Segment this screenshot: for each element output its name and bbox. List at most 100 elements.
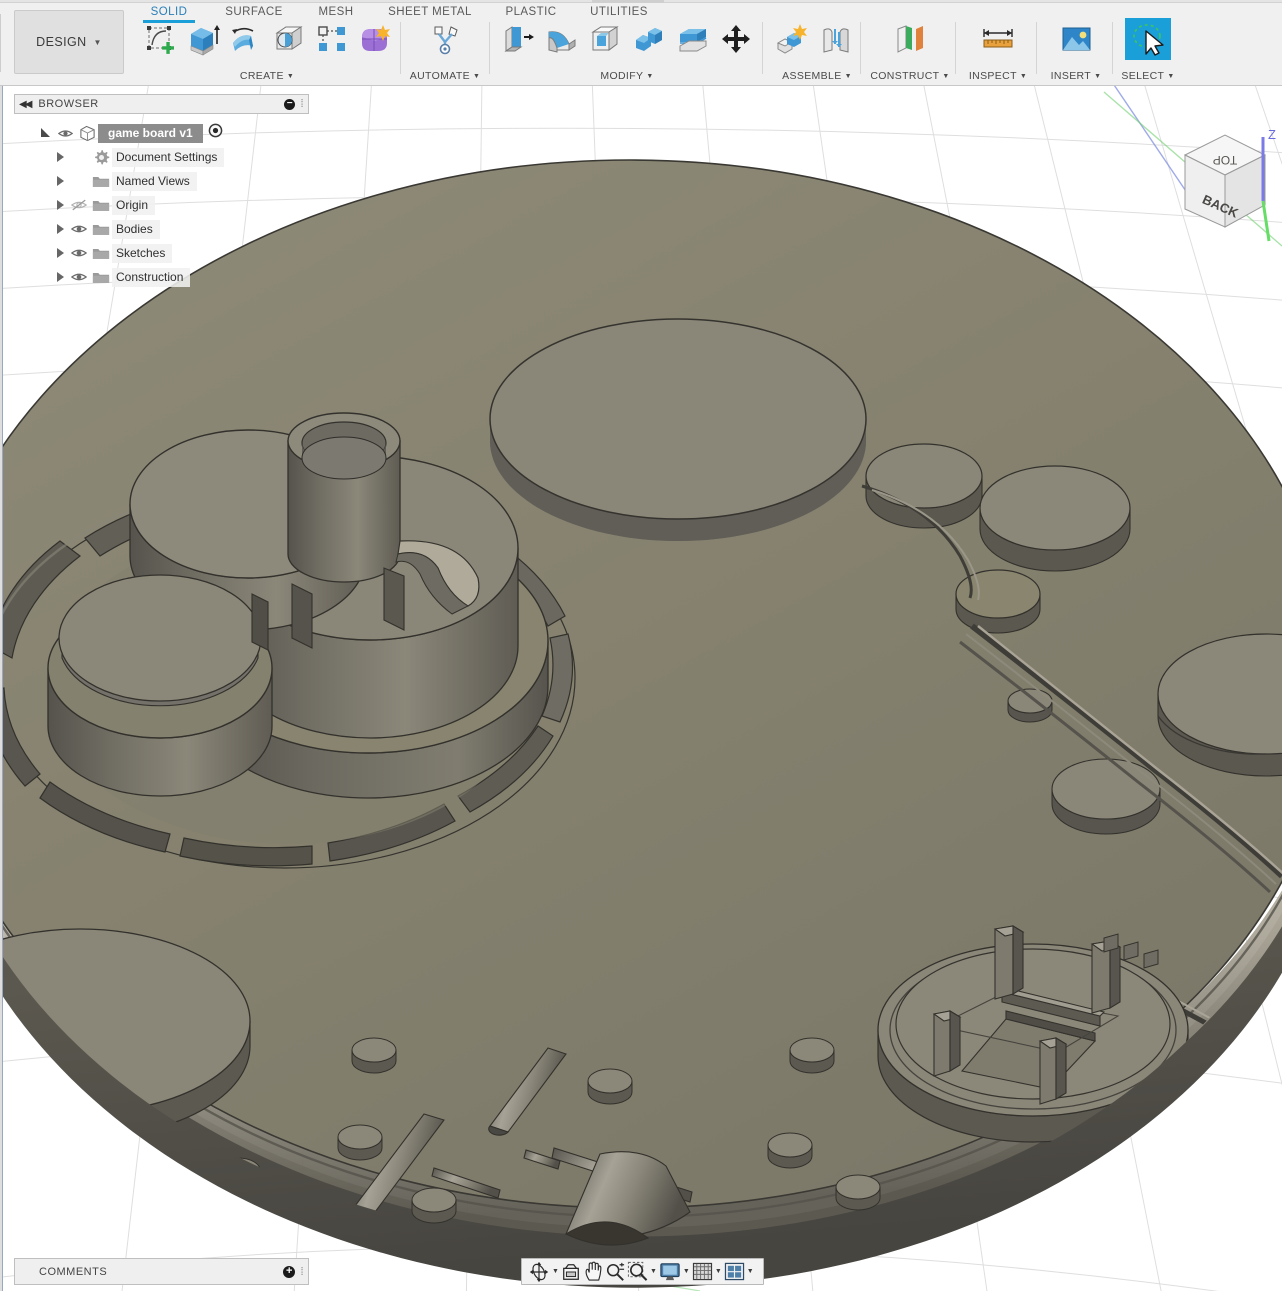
expand-arrow-icon[interactable] (52, 149, 68, 165)
tab-solid-label: SOLID (151, 6, 188, 18)
tree-row-construction[interactable]: Construction (14, 265, 309, 289)
form-icon[interactable] (353, 18, 396, 60)
viewcube-top-label: TOP (1213, 153, 1237, 167)
gear-icon (90, 149, 112, 166)
visibility-eye-off-icon[interactable] (68, 199, 90, 211)
display-settings-button[interactable]: ▼ (658, 1260, 691, 1283)
tab-solid[interactable]: SOLID (141, 6, 197, 18)
view-cube[interactable]: TOP BACK Z (1185, 127, 1276, 241)
folder-icon (90, 270, 112, 285)
move-copy-icon[interactable] (714, 18, 758, 60)
new-component-icon[interactable] (770, 18, 814, 60)
viewport-layout-button[interactable]: ▼ (723, 1260, 755, 1283)
tree-item-label: Origin (112, 196, 155, 215)
tree-row-named-views[interactable]: Named Views (14, 169, 309, 193)
pattern-icon[interactable] (310, 18, 353, 60)
select-cursor-icon[interactable] (1125, 18, 1171, 60)
minimize-icon[interactable]: − (284, 99, 295, 110)
tab-mesh[interactable]: MESH (307, 6, 365, 18)
comments-panel[interactable]: COMMENTS + ⁞ (14, 1258, 309, 1285)
zoom-button[interactable] (604, 1260, 626, 1283)
tree-row-bodies[interactable]: Bodies (14, 217, 309, 241)
chevron-down-icon[interactable]: ▼ (683, 1268, 690, 1275)
visibility-eye-icon[interactable] (68, 271, 90, 283)
expand-arrow-icon[interactable] (52, 269, 68, 285)
grid-snaps-button[interactable]: ▼ (691, 1260, 723, 1283)
tree-row-sketches[interactable]: Sketches (14, 241, 309, 265)
joint-icon[interactable] (814, 18, 858, 60)
folder-icon (90, 174, 112, 189)
add-comment-icon[interactable]: + (283, 1266, 295, 1278)
tree-row-root[interactable]: game board v1 (14, 121, 309, 145)
collapse-left-icon[interactable]: ◀◀ (19, 99, 30, 110)
offset-plane-icon[interactable] (888, 18, 932, 60)
expand-arrow-icon[interactable] (52, 173, 68, 189)
panel-assemble-label[interactable]: ASSEMBLE▼ (770, 70, 864, 82)
chevron-down-icon[interactable]: ▼ (715, 1268, 722, 1275)
visibility-eye-icon[interactable] (68, 223, 90, 235)
panel-select: SELECT▼ (1112, 18, 1184, 80)
browser-panel: ◀◀ BROWSER − ⁞ (14, 94, 309, 289)
chevron-down-icon[interactable]: ▼ (552, 1268, 559, 1275)
create-sketch-icon[interactable] (138, 18, 181, 60)
tab-utilities[interactable]: UTILITIES (584, 6, 654, 18)
panel-automate-label[interactable]: AUTOMATE▼ (408, 70, 482, 82)
measure-icon[interactable] (976, 18, 1020, 60)
chevron-down-icon: ▼ (1167, 73, 1174, 80)
tree-item-label: Construction (112, 268, 190, 287)
offset-face-icon[interactable] (671, 18, 715, 60)
zoom-window-button[interactable]: ▼ (626, 1260, 658, 1283)
visibility-eye-icon[interactable] (68, 247, 90, 259)
comments-title: COMMENTS (19, 1266, 283, 1278)
look-at-icon (561, 1262, 581, 1282)
tree-row-origin[interactable]: Origin (14, 193, 309, 217)
visibility-eye-icon[interactable] (54, 128, 76, 139)
sweep-icon[interactable] (267, 18, 310, 60)
tab-plastic[interactable]: PLASTIC (500, 6, 562, 18)
panel-insert-label[interactable]: INSERT▼ (1042, 70, 1110, 82)
fillet-icon[interactable] (540, 18, 584, 60)
orbit-button[interactable]: ▼ (527, 1260, 560, 1283)
panel-modify-label[interactable]: MODIFY▼ (496, 70, 758, 82)
insert-image-icon[interactable] (1054, 18, 1098, 60)
game-board-model[interactable] (0, 160, 1282, 1290)
panel-construct-label[interactable]: CONSTRUCT▼ (866, 70, 954, 82)
revolve-icon[interactable] (224, 18, 267, 60)
chevron-down-icon[interactable]: ▼ (650, 1268, 657, 1275)
browser-header[interactable]: ◀◀ BROWSER − ⁞ (14, 94, 309, 114)
expand-arrow-icon[interactable] (52, 221, 68, 237)
look-at-button[interactable] (560, 1260, 582, 1283)
expand-arrow-icon[interactable] (52, 197, 68, 213)
grid-snaps-icon (692, 1262, 713, 1281)
folder-icon (90, 222, 112, 237)
grip-icon[interactable]: ⁞ (300, 1266, 304, 1278)
chevron-down-icon[interactable]: ▼ (747, 1268, 754, 1275)
panel-inspect-label[interactable]: INSPECT▼ (962, 70, 1034, 82)
press-pull-icon[interactable] (496, 18, 540, 60)
design-workspace-button[interactable]: DESIGN ▼ (14, 10, 124, 74)
tab-surface[interactable]: SURFACE (218, 6, 290, 18)
panel-select-label[interactable]: SELECT▼ (1112, 70, 1184, 82)
automate-icon[interactable] (423, 18, 467, 60)
panel-create-label[interactable]: CREATE▼ (138, 70, 396, 82)
tree-root-label: game board v1 (98, 124, 203, 143)
tab-plastic-label: PLASTIC (505, 6, 556, 18)
tower-front-cylinder (48, 575, 272, 796)
chevron-down-icon: ▼ (287, 73, 294, 80)
tab-sheet-metal-label: SHEET METAL (388, 6, 472, 18)
expand-arrow-open-icon[interactable] (38, 125, 54, 141)
tab-sheet-metal[interactable]: SHEET METAL (379, 6, 481, 18)
combine-icon[interactable] (627, 18, 671, 60)
panel-create: CREATE▼ (138, 18, 396, 80)
extrude-icon[interactable] (181, 18, 224, 60)
tree-row-document-settings[interactable]: Document Settings (14, 145, 309, 169)
activate-radio-icon[interactable] (208, 123, 223, 143)
browser-title: BROWSER (38, 98, 284, 110)
shell-icon[interactable] (583, 18, 627, 60)
expand-arrow-icon[interactable] (52, 245, 68, 261)
pan-button[interactable] (582, 1260, 604, 1283)
grip-icon[interactable]: ⁞ (300, 98, 304, 110)
chevron-down-icon: ▼ (94, 38, 102, 47)
fusion360-window: TOP BACK Z DESIGN ▼ SOLID SURFACE MESH (0, 0, 1282, 1291)
viewcube-z-label: Z (1268, 127, 1276, 142)
